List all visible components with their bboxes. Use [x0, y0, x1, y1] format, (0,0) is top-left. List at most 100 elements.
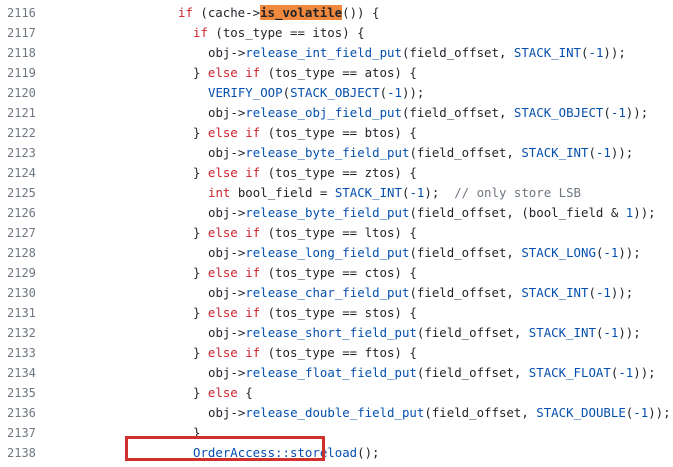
function-token: OrderAccess::storeload [193, 445, 358, 460]
code-token: bool_field = [230, 185, 335, 200]
code-token: (field_offset, [424, 405, 537, 420]
line-code: obj->release_obj_field_put(field_offset,… [208, 103, 648, 123]
line-number[interactable]: 2132 [7, 323, 47, 343]
line-code: obj->release_byte_field_put(field_offset… [208, 203, 656, 223]
line-number[interactable]: 2121 [7, 103, 47, 123]
keyword-token: else if [207, 265, 261, 280]
code-token: (field_offset, [416, 325, 529, 340]
line-code: obj->release_byte_field_put(field_offset… [208, 143, 633, 163]
code-line: 2119} else if (tos_type == atos) { [0, 63, 673, 83]
code-token: (tos_type == ztos) { [260, 165, 417, 180]
number-token: -1 [603, 245, 619, 260]
line-code: obj->release_char_field_put(field_offset… [208, 283, 633, 303]
code-token: )); [402, 85, 425, 100]
function-token: release_byte_field_put [245, 145, 410, 160]
code-token: (field_offset, [416, 365, 529, 380]
code-token: ( [588, 285, 596, 300]
code-line: 2132 obj->release_short_field_put(field_o… [0, 323, 673, 343]
line-number[interactable]: 2137 [7, 423, 47, 443]
code-token: )); [610, 285, 634, 300]
code-token: obj-> [208, 105, 246, 120]
line-number[interactable]: 2128 [7, 243, 47, 263]
line-number[interactable]: 2120 [7, 83, 47, 103]
code-token: obj-> [208, 245, 246, 260]
line-number[interactable]: 2116 [7, 3, 47, 23]
line-number[interactable]: 2117 [7, 23, 47, 43]
macro-token: STACK_FLOAT [528, 365, 611, 380]
line-number[interactable]: 2131 [7, 303, 47, 323]
number-token: -1 [409, 185, 425, 200]
line-code: if (cache->is_volatile()) { [178, 3, 379, 23]
keyword-token: else [207, 385, 238, 400]
line-number[interactable]: 2138 [7, 443, 47, 463]
line-code: } else if (tos_type == ztos) { [193, 163, 417, 183]
number-token: -1 [610, 105, 626, 120]
code-token: obj-> [208, 205, 246, 220]
code-line: 2138 OrderAccess::storeload(); [0, 443, 673, 463]
code-line: 2128 obj->release_long_field_put(field_of… [0, 243, 673, 263]
number-token: -1 [588, 45, 604, 60]
code-token: ( [282, 85, 291, 100]
code-token: } [193, 305, 208, 320]
line-number[interactable]: 2133 [7, 343, 47, 363]
keyword-token: else if [207, 125, 261, 140]
line-number[interactable]: 2135 [7, 383, 47, 403]
number-token: -1 [618, 365, 634, 380]
code-token: (tos_type == ftos) { [260, 345, 417, 360]
line-number[interactable]: 2130 [7, 283, 47, 303]
code-token: } [193, 265, 208, 280]
code-token: (tos_type == stos) { [260, 305, 417, 320]
code-token: obj-> [208, 405, 246, 420]
number-token: -1 [603, 325, 619, 340]
code-token: ()) { [342, 5, 380, 20]
code-line: 2120 VERIFY_OOP(STACK_OBJECT(-1)); [0, 83, 673, 103]
line-number[interactable]: 2134 [7, 363, 47, 383]
code-token: } [193, 225, 208, 240]
code-token: )); [633, 205, 656, 220]
code-token: } [193, 165, 208, 180]
line-code: obj->release_short_field_put(field_offse… [208, 323, 641, 343]
keyword-token: int [208, 185, 231, 200]
function-token: release_double_field_put [245, 405, 425, 420]
line-code: VERIFY_OOP(STACK_OBJECT(-1)); [208, 83, 424, 103]
function-token: release_char_field_put [245, 285, 410, 300]
code-token: } [193, 385, 208, 400]
line-number[interactable]: 2124 [7, 163, 47, 183]
line-number[interactable]: 2126 [7, 203, 47, 223]
line-number[interactable]: 2123 [7, 143, 47, 163]
line-number[interactable]: 2127 [7, 223, 47, 243]
function-token: release_obj_field_put [245, 105, 402, 120]
code-token: } [193, 425, 201, 440]
line-code: obj->release_float_field_put(field_offse… [208, 363, 656, 383]
code-line: 2123 obj->release_byte_field_put(field_of… [0, 143, 673, 163]
function-token: release_int_field_put [245, 45, 402, 60]
code-token: (); [357, 445, 380, 460]
code-line: 2133 } else if (tos_type == ftos) { [0, 343, 673, 363]
line-number[interactable]: 2125 [7, 183, 47, 203]
function-token: release_float_field_put [245, 365, 417, 380]
code-token: ); [424, 185, 455, 200]
code-line: 2137} [0, 423, 673, 443]
code-token: ( [588, 145, 596, 160]
line-number[interactable]: 2129 [7, 263, 47, 283]
line-code: obj->release_int_field_put(field_offset,… [208, 43, 626, 63]
keyword-token: else if [207, 65, 261, 80]
line-code: } else if (tos_type == ftos) { [193, 343, 417, 363]
line-number[interactable]: 2122 [7, 123, 47, 143]
line-code: obj->release_double_field_put(field_offs… [208, 403, 671, 423]
code-line: 2124 } else if (tos_type == ztos) { [0, 163, 673, 183]
line-code: } else if (tos_type == stos) { [193, 303, 417, 323]
line-code: obj->release_long_field_put(field_offset… [208, 243, 641, 263]
code-line: 2116 if (cache->is_volatile()) { [0, 3, 673, 23]
code-token: )); [603, 45, 626, 60]
code-token: } [193, 345, 208, 360]
code-view: 2116 if (cache->is_volatile()) {2117 if (t… [0, 3, 673, 463]
line-number[interactable]: 2118 [7, 43, 47, 63]
code-token: )); [618, 245, 641, 260]
line-number[interactable]: 2119 [7, 63, 47, 83]
line-number[interactable]: 2136 [7, 403, 47, 423]
code-line: 2126 obj->release_byte_field_put(field_of… [0, 203, 673, 223]
code-line: 2122} else if (tos_type == btos) { [0, 123, 673, 143]
number-token: -1 [633, 405, 649, 420]
code-token: } [193, 125, 208, 140]
